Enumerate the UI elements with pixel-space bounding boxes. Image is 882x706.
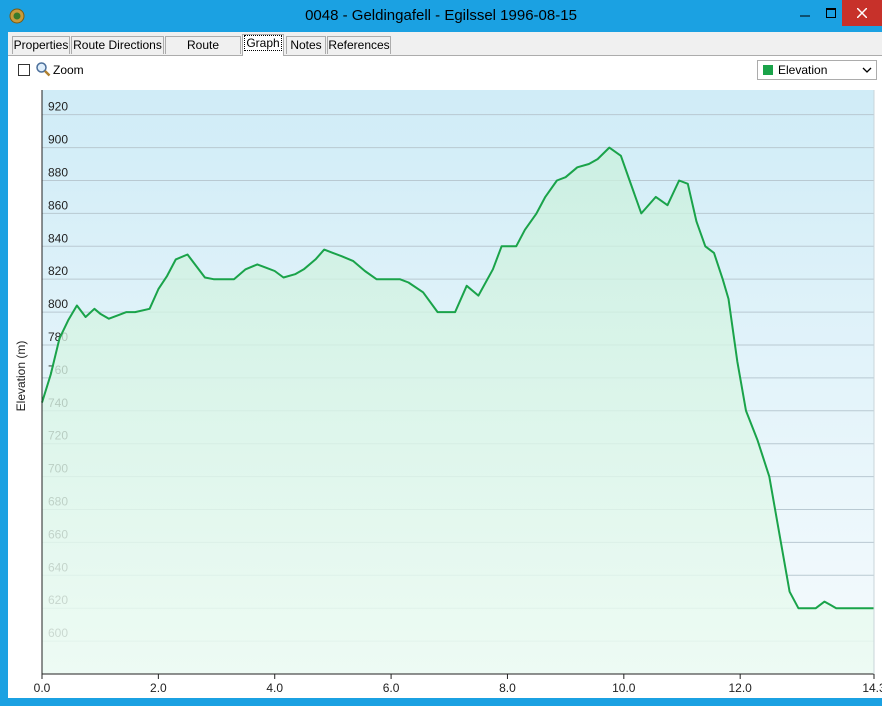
series-color-swatch bbox=[763, 65, 773, 75]
tab-label: References bbox=[328, 38, 390, 52]
y-tick-label: 860 bbox=[48, 198, 68, 212]
y-tick-label: 840 bbox=[48, 231, 68, 245]
graph-toolbar: Zoom Elevation bbox=[8, 56, 882, 86]
x-tick-label: 2.0 bbox=[150, 681, 167, 695]
zoom-label[interactable]: Zoom bbox=[53, 63, 84, 77]
tab-label: Properties bbox=[13, 38, 69, 52]
magnifier-icon bbox=[36, 62, 51, 77]
close-icon bbox=[857, 8, 867, 18]
x-tick-label: 4.0 bbox=[266, 681, 283, 695]
elevation-chart[interactable]: 9209008808608408208007807607407207006806… bbox=[8, 86, 882, 698]
tab-references[interactable]: References bbox=[327, 36, 391, 54]
series-selected-label: Elevation bbox=[778, 63, 828, 77]
y-tick-label: 900 bbox=[48, 133, 68, 147]
tab-route-directions[interactable]: Route Directions bbox=[71, 36, 164, 54]
app-window: 0048 - Geldingafell - Egilssel 1996-08-1… bbox=[0, 0, 882, 706]
title-bar[interactable]: 0048 - Geldingafell - Egilssel 1996-08-1… bbox=[0, 0, 882, 32]
close-button[interactable] bbox=[842, 0, 882, 26]
x-tick-label: 12.0 bbox=[729, 681, 753, 695]
tab-label: Graph bbox=[244, 35, 282, 51]
tab-label: Notes bbox=[290, 38, 322, 52]
elevation-graph[interactable]: 9209008808608408208007807607407207006806… bbox=[8, 86, 882, 698]
window-title: 0048 - Geldingafell - Egilssel 1996-08-1… bbox=[305, 7, 577, 24]
x-tick-label: 0.0 bbox=[34, 681, 51, 695]
series-dropdown[interactable]: Elevation bbox=[757, 60, 877, 80]
y-tick-label: 800 bbox=[48, 297, 68, 311]
tab-graph[interactable]: Graph bbox=[242, 34, 284, 56]
y-tick-label: 880 bbox=[48, 165, 68, 179]
client-area: Properties Route Directions Route Option… bbox=[8, 32, 882, 698]
x-tick-label: 8.0 bbox=[499, 681, 516, 695]
tab-notes[interactable]: Notes bbox=[286, 36, 326, 54]
y-axis-label: Elevation (m) bbox=[14, 341, 28, 412]
tab-properties[interactable]: Properties bbox=[12, 36, 70, 54]
zoom-checkbox[interactable] bbox=[18, 64, 30, 76]
x-tick-label: 6.0 bbox=[383, 681, 400, 695]
tab-bar: Properties Route Directions Route Option… bbox=[8, 32, 882, 69]
minimize-icon bbox=[800, 15, 810, 17]
y-tick-label: 920 bbox=[48, 100, 68, 114]
maximize-icon bbox=[826, 8, 836, 18]
chevron-down-icon bbox=[862, 67, 872, 73]
tab-route-options[interactable]: Route Options bbox=[165, 36, 241, 69]
x-tick-label: 10.0 bbox=[612, 681, 636, 695]
window-bottom-border bbox=[0, 698, 882, 706]
x-tick-label: 14.3 bbox=[862, 681, 882, 695]
tab-label: Route Directions bbox=[73, 38, 162, 52]
y-tick-label: 820 bbox=[48, 264, 68, 278]
